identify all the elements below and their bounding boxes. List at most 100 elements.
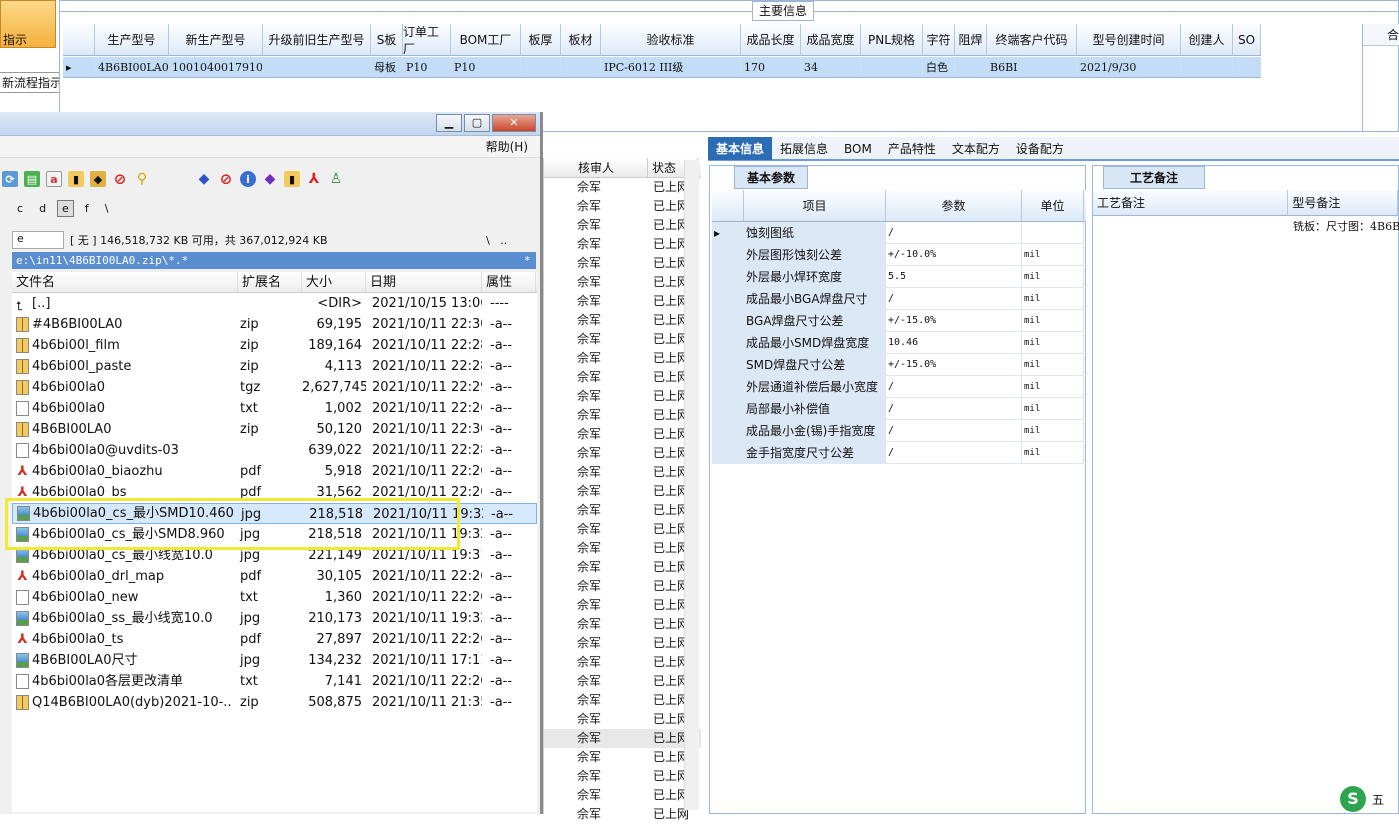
list-item[interactable]: 佘军 已上网	[544, 292, 701, 311]
list-item[interactable]: 佘军 已上网	[544, 273, 701, 292]
cell[interactable]: 10010400179103	[169, 57, 263, 77]
list-item[interactable]: 佘军 已上网	[544, 425, 701, 444]
cell[interactable]: P10	[451, 57, 521, 77]
list-item[interactable]: 佘军 已上网	[544, 501, 701, 520]
col-header[interactable]: S板	[371, 24, 403, 55]
col-header[interactable]	[63, 24, 95, 55]
col-header[interactable]: 板材	[561, 24, 601, 55]
item-header[interactable]: 项目	[744, 190, 886, 221]
list-item[interactable]: 佘军 已上网	[544, 216, 701, 235]
key-icon[interactable]: ⚲	[134, 171, 150, 187]
file-row[interactable]: 4b6bi00l_paste zip 4,113 2021/10/11 22:28 -a…	[12, 356, 537, 377]
param-row[interactable]: 局部最小补偿值 / mil	[712, 398, 1086, 420]
row-selector[interactable]	[712, 442, 744, 463]
col-header[interactable]: 验收标准	[601, 24, 741, 55]
cell[interactable]: 白色	[923, 57, 955, 77]
param-row[interactable]: 外层图形蚀刻公差 +/-10.0% mil	[712, 244, 1086, 266]
list-item[interactable]: 佘军 已上网	[544, 349, 701, 368]
param-row[interactable]: 成品最小BGA焊盘尺寸 / mil	[712, 288, 1086, 310]
doc-icon[interactable]: a	[46, 171, 62, 187]
reviewer-header[interactable]: 核审人	[574, 158, 648, 177]
unpack-icon[interactable]: ◆	[90, 171, 106, 187]
list-item[interactable]: 佘军 已上网	[544, 463, 701, 482]
cancel-icon[interactable]: ⊘	[218, 170, 234, 188]
file-row[interactable]: Q14B6BI00LA0(dyb)2021-10-.. zip 508,875 202…	[12, 692, 537, 713]
list-item[interactable]: 佘军 已上网	[544, 786, 701, 805]
unit-header[interactable]: 单位	[1022, 190, 1084, 221]
cell[interactable]: 母板	[371, 57, 403, 77]
col-header[interactable]: 成品宽度	[801, 24, 861, 55]
list-item[interactable]: 佘军 已上网	[544, 748, 701, 767]
cell[interactable]: ▸	[63, 57, 95, 77]
row-selector[interactable]	[712, 266, 744, 287]
param-row[interactable]: 成品最小金(锡)手指宽度 / mil	[712, 420, 1086, 442]
param-row[interactable]: 外层最小焊环宽度 5.5 mil	[712, 266, 1086, 288]
list-item[interactable]: 佘军 已上网	[544, 691, 701, 710]
col-header[interactable]: 成品长度	[741, 24, 801, 55]
window-titlebar[interactable]: ▁ ▢ ✕	[0, 112, 540, 136]
file-row[interactable]: 4b6bi00la0@uvdits-03 639,022 2021/10/11 22…	[12, 440, 537, 461]
param-cell[interactable]: /	[886, 420, 1022, 441]
list-item[interactable]: 佘军 已上网	[544, 634, 701, 653]
list-item[interactable]: 佘军 已上网	[544, 672, 701, 691]
date-header[interactable]: 日期	[366, 272, 482, 292]
row-selector[interactable]	[712, 332, 744, 353]
file-row[interactable]: 4B6BI00LA0尺寸 jpg 134,232 2021/10/11 17:11 -a…	[12, 650, 537, 671]
param-row[interactable]: 外层通道补偿后最小宽度 / mil	[712, 376, 1086, 398]
close-button[interactable]: ✕	[492, 114, 536, 132]
file-row[interactable]: 4b6bi00la0_ss_最小线宽10.0 jpg 210,173 2021/10/…	[12, 608, 537, 629]
list-item[interactable]: 佘军 已上网	[544, 444, 701, 463]
pdf-icon[interactable]: ⅄	[306, 171, 322, 187]
col-header[interactable]: BOM工厂	[451, 24, 521, 55]
param-row[interactable]: 成品最小SMD焊盘宽度 10.46 mil	[712, 332, 1086, 354]
list-item[interactable]: 佘军 已上网	[544, 520, 701, 539]
list-item[interactable]: 佘军 已上网	[544, 653, 701, 672]
drive-select[interactable]: e	[12, 231, 64, 249]
row-selector[interactable]: ▸	[712, 222, 744, 243]
file-row[interactable]: 4b6bi00la0 txt 1,002 2021/10/11 22:26 -a--	[12, 398, 537, 419]
tab-2[interactable]: BOM	[836, 139, 880, 159]
list-item[interactable]: 佘军 已上网	[544, 805, 701, 824]
row-selector[interactable]	[712, 310, 744, 331]
list-item[interactable]: 佘军 已上网	[544, 311, 701, 330]
param-cell[interactable]: +/-15.0%	[886, 354, 1022, 375]
cell[interactable]	[521, 57, 561, 77]
cell[interactable]	[955, 57, 987, 77]
tab-0[interactable]: 基本信息	[708, 137, 773, 160]
col-header[interactable]: 生产型号	[95, 24, 169, 55]
list-item[interactable]: 佘军 已上网	[544, 387, 701, 406]
file-row[interactable]: 4b6bi00l_film zip 189,164 2021/10/11 22:28-…	[12, 335, 537, 356]
file-row[interactable]: ⅄ 4b6bi00la0_biaozhu pdf 5,918 2021/10/11 22…	[12, 461, 537, 482]
col-header[interactable]: 板厚	[521, 24, 561, 55]
col-header[interactable]: 创建人	[1181, 24, 1233, 55]
pack-icon[interactable]: ▮	[68, 171, 84, 187]
row-selector[interactable]	[712, 288, 744, 309]
file-row[interactable]: 4b6bi00la0各层更改清单 txt 7,141 2021/10/11 22:26…	[12, 671, 537, 692]
size-header[interactable]: 大小	[302, 272, 366, 292]
list-item[interactable]: 佘军 已上网	[544, 330, 701, 349]
list-item[interactable]: 佘军 已上网	[544, 767, 701, 786]
minimize-button[interactable]: ▁	[436, 114, 462, 132]
col-header[interactable]: 阻焊	[955, 24, 987, 55]
process-guide-button[interactable]: 指示	[0, 0, 56, 48]
param-cell[interactable]: /	[886, 222, 1022, 243]
list-item[interactable]: 佘军 已上网	[544, 615, 701, 634]
gem2-icon[interactable]: ◆	[262, 171, 278, 187]
file-row[interactable]: 4b6bi00la0 tgz 2,627,745 2021/10/11 22:29 -a…	[12, 377, 537, 398]
ime-indicator[interactable]: S五	[1340, 784, 1399, 814]
param-row[interactable]: BGA焊盘尺寸公差 +/-15.0% mil	[712, 310, 1086, 332]
cell[interactable]	[1233, 57, 1261, 77]
attr-header[interactable]: 属性	[482, 272, 536, 292]
param-row[interactable]: 金手指宽度尺寸公差 / mil	[712, 442, 1086, 464]
drive-4[interactable]: \	[100, 200, 114, 217]
param-cell[interactable]: 5.5	[886, 266, 1022, 287]
list-item[interactable]: 佘军 已上网	[544, 482, 701, 501]
param-cell[interactable]: +/-15.0%	[886, 310, 1022, 331]
list-item[interactable]: 佘军 已上网	[544, 596, 701, 615]
list-item[interactable]: 佘军 已上网	[544, 235, 701, 254]
row-selector[interactable]	[712, 354, 744, 375]
param-cell[interactable]: /	[886, 376, 1022, 397]
list-item[interactable]: 佘军 已上网	[544, 368, 701, 387]
row-selector[interactable]	[712, 376, 744, 397]
drive-0[interactable]: c	[12, 200, 28, 217]
